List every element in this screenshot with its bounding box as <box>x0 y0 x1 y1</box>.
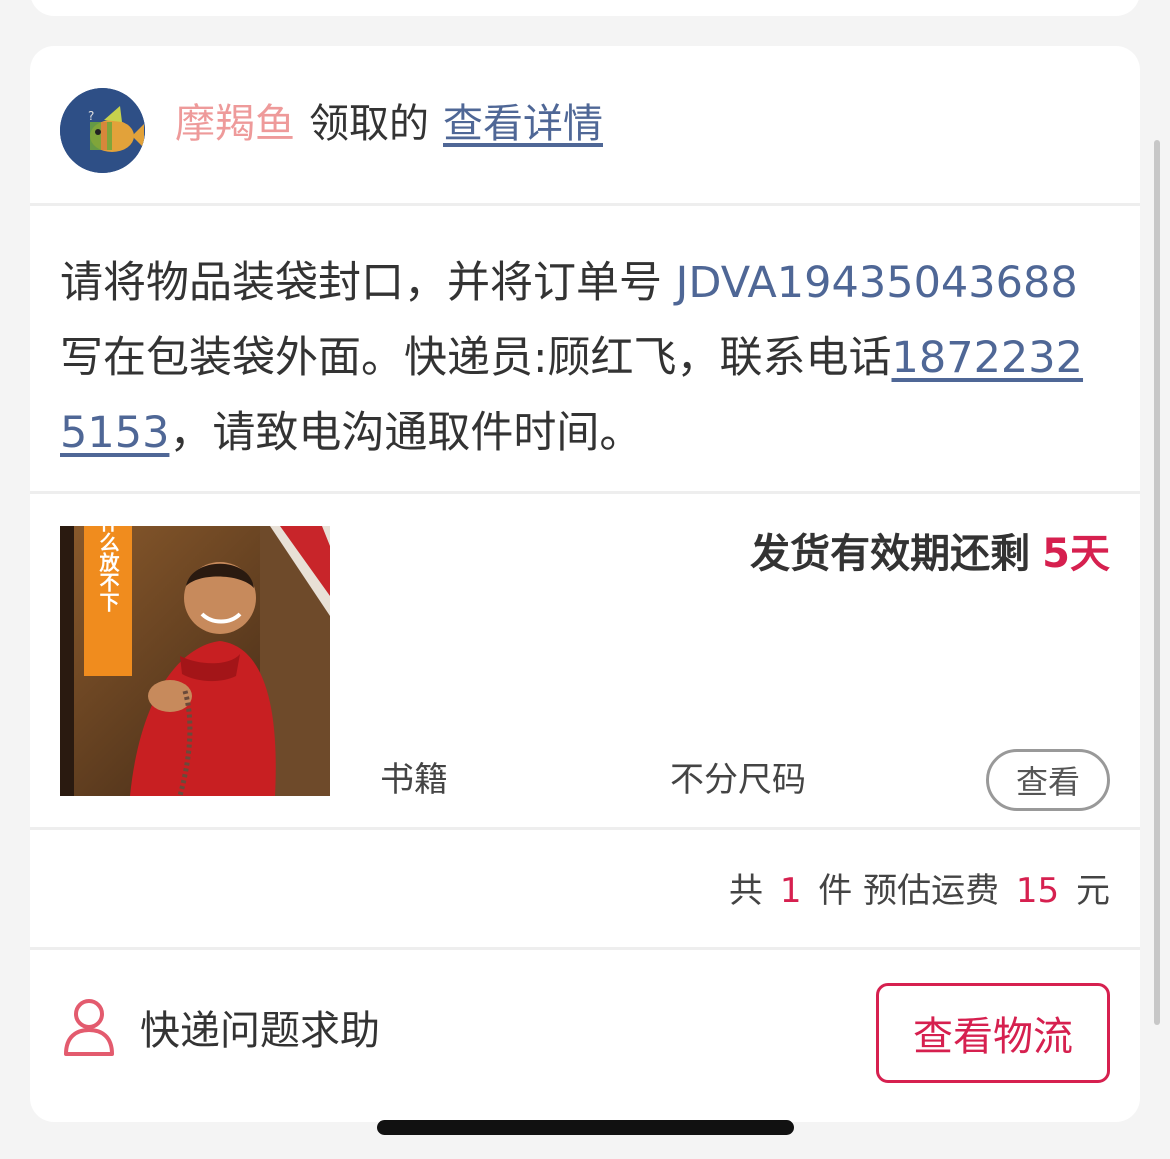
home-indicator[interactable] <box>377 1120 794 1135</box>
order-summary: 共 1 件 预估运费 15 元 <box>30 830 1140 950</box>
cover-title-text: 没什么放不下 <box>96 526 120 613</box>
fish-avatar-icon[interactable]: ? <box>60 88 145 173</box>
card-footer: 快递问题求助 查看物流 <box>30 950 1140 1122</box>
instructions-text-1: 请将物品装袋封口，并将订单号 <box>60 258 676 308</box>
shipping-instructions: 请将物品装袋封口，并将订单号 JDVA19435043688 写在包装袋外面。快… <box>30 206 1140 494</box>
order-card: ? 摩羯鱼 领取的 查看详情 请将物品装袋封口，并将订单号 JDVA19435043… <box>30 46 1140 1122</box>
svg-text:?: ? <box>88 109 94 123</box>
previous-card-edge <box>30 0 1140 16</box>
scrollbar[interactable] <box>1154 140 1160 1025</box>
claimer-name[interactable]: 摩羯鱼 <box>175 101 295 147</box>
item-row: 没什么放不下 发货有效期还剩 5天 书籍 不分尺码 查看 <box>30 494 1140 830</box>
person-icon <box>64 999 114 1056</box>
item-count: 1 <box>779 871 802 911</box>
claim-verb: 领取的 <box>309 101 429 147</box>
fee-unit: 元 <box>1076 871 1110 911</box>
validity-label: 发货有效期还剩 <box>750 531 1031 577</box>
summary-count-unit: 件 预估运费 <box>818 871 1000 911</box>
validity-days: 5天 <box>1042 531 1110 577</box>
item-size: 不分尺码 <box>670 760 806 800</box>
summary-line: 共 1 件 预估运费 15 元 <box>723 868 1110 914</box>
courier-help-button[interactable]: 快递问题求助 <box>62 994 380 1060</box>
instructions-text-2: 写在包装袋外面。快递员:顾红飞，联系电话 <box>60 333 892 383</box>
claim-line: 摩羯鱼 领取的 查看详情 <box>175 98 603 150</box>
instructions-text-3: ，请致电沟通取件时间。 <box>169 408 643 458</box>
order-number: JDVA19435043688 <box>675 258 1078 308</box>
help-label: 快递问题求助 <box>140 1008 380 1054</box>
instructions-text: 请将物品装袋封口，并将订单号 JDVA19435043688 写在包装袋外面。快… <box>60 246 1110 471</box>
track-shipment-button[interactable]: 查看物流 <box>876 983 1110 1083</box>
view-details-link[interactable]: 查看详情 <box>443 101 603 147</box>
item-category: 书籍 <box>380 760 448 800</box>
shipping-validity: 发货有效期还剩 5天 <box>750 528 1110 580</box>
shipping-fee: 15 <box>1015 871 1060 911</box>
view-item-button[interactable]: 查看 <box>986 749 1110 811</box>
book-cover-image[interactable]: 没什么放不下 <box>60 526 330 796</box>
card-header: ? 摩羯鱼 领取的 查看详情 <box>30 46 1140 206</box>
summary-prefix: 共 <box>729 871 764 911</box>
